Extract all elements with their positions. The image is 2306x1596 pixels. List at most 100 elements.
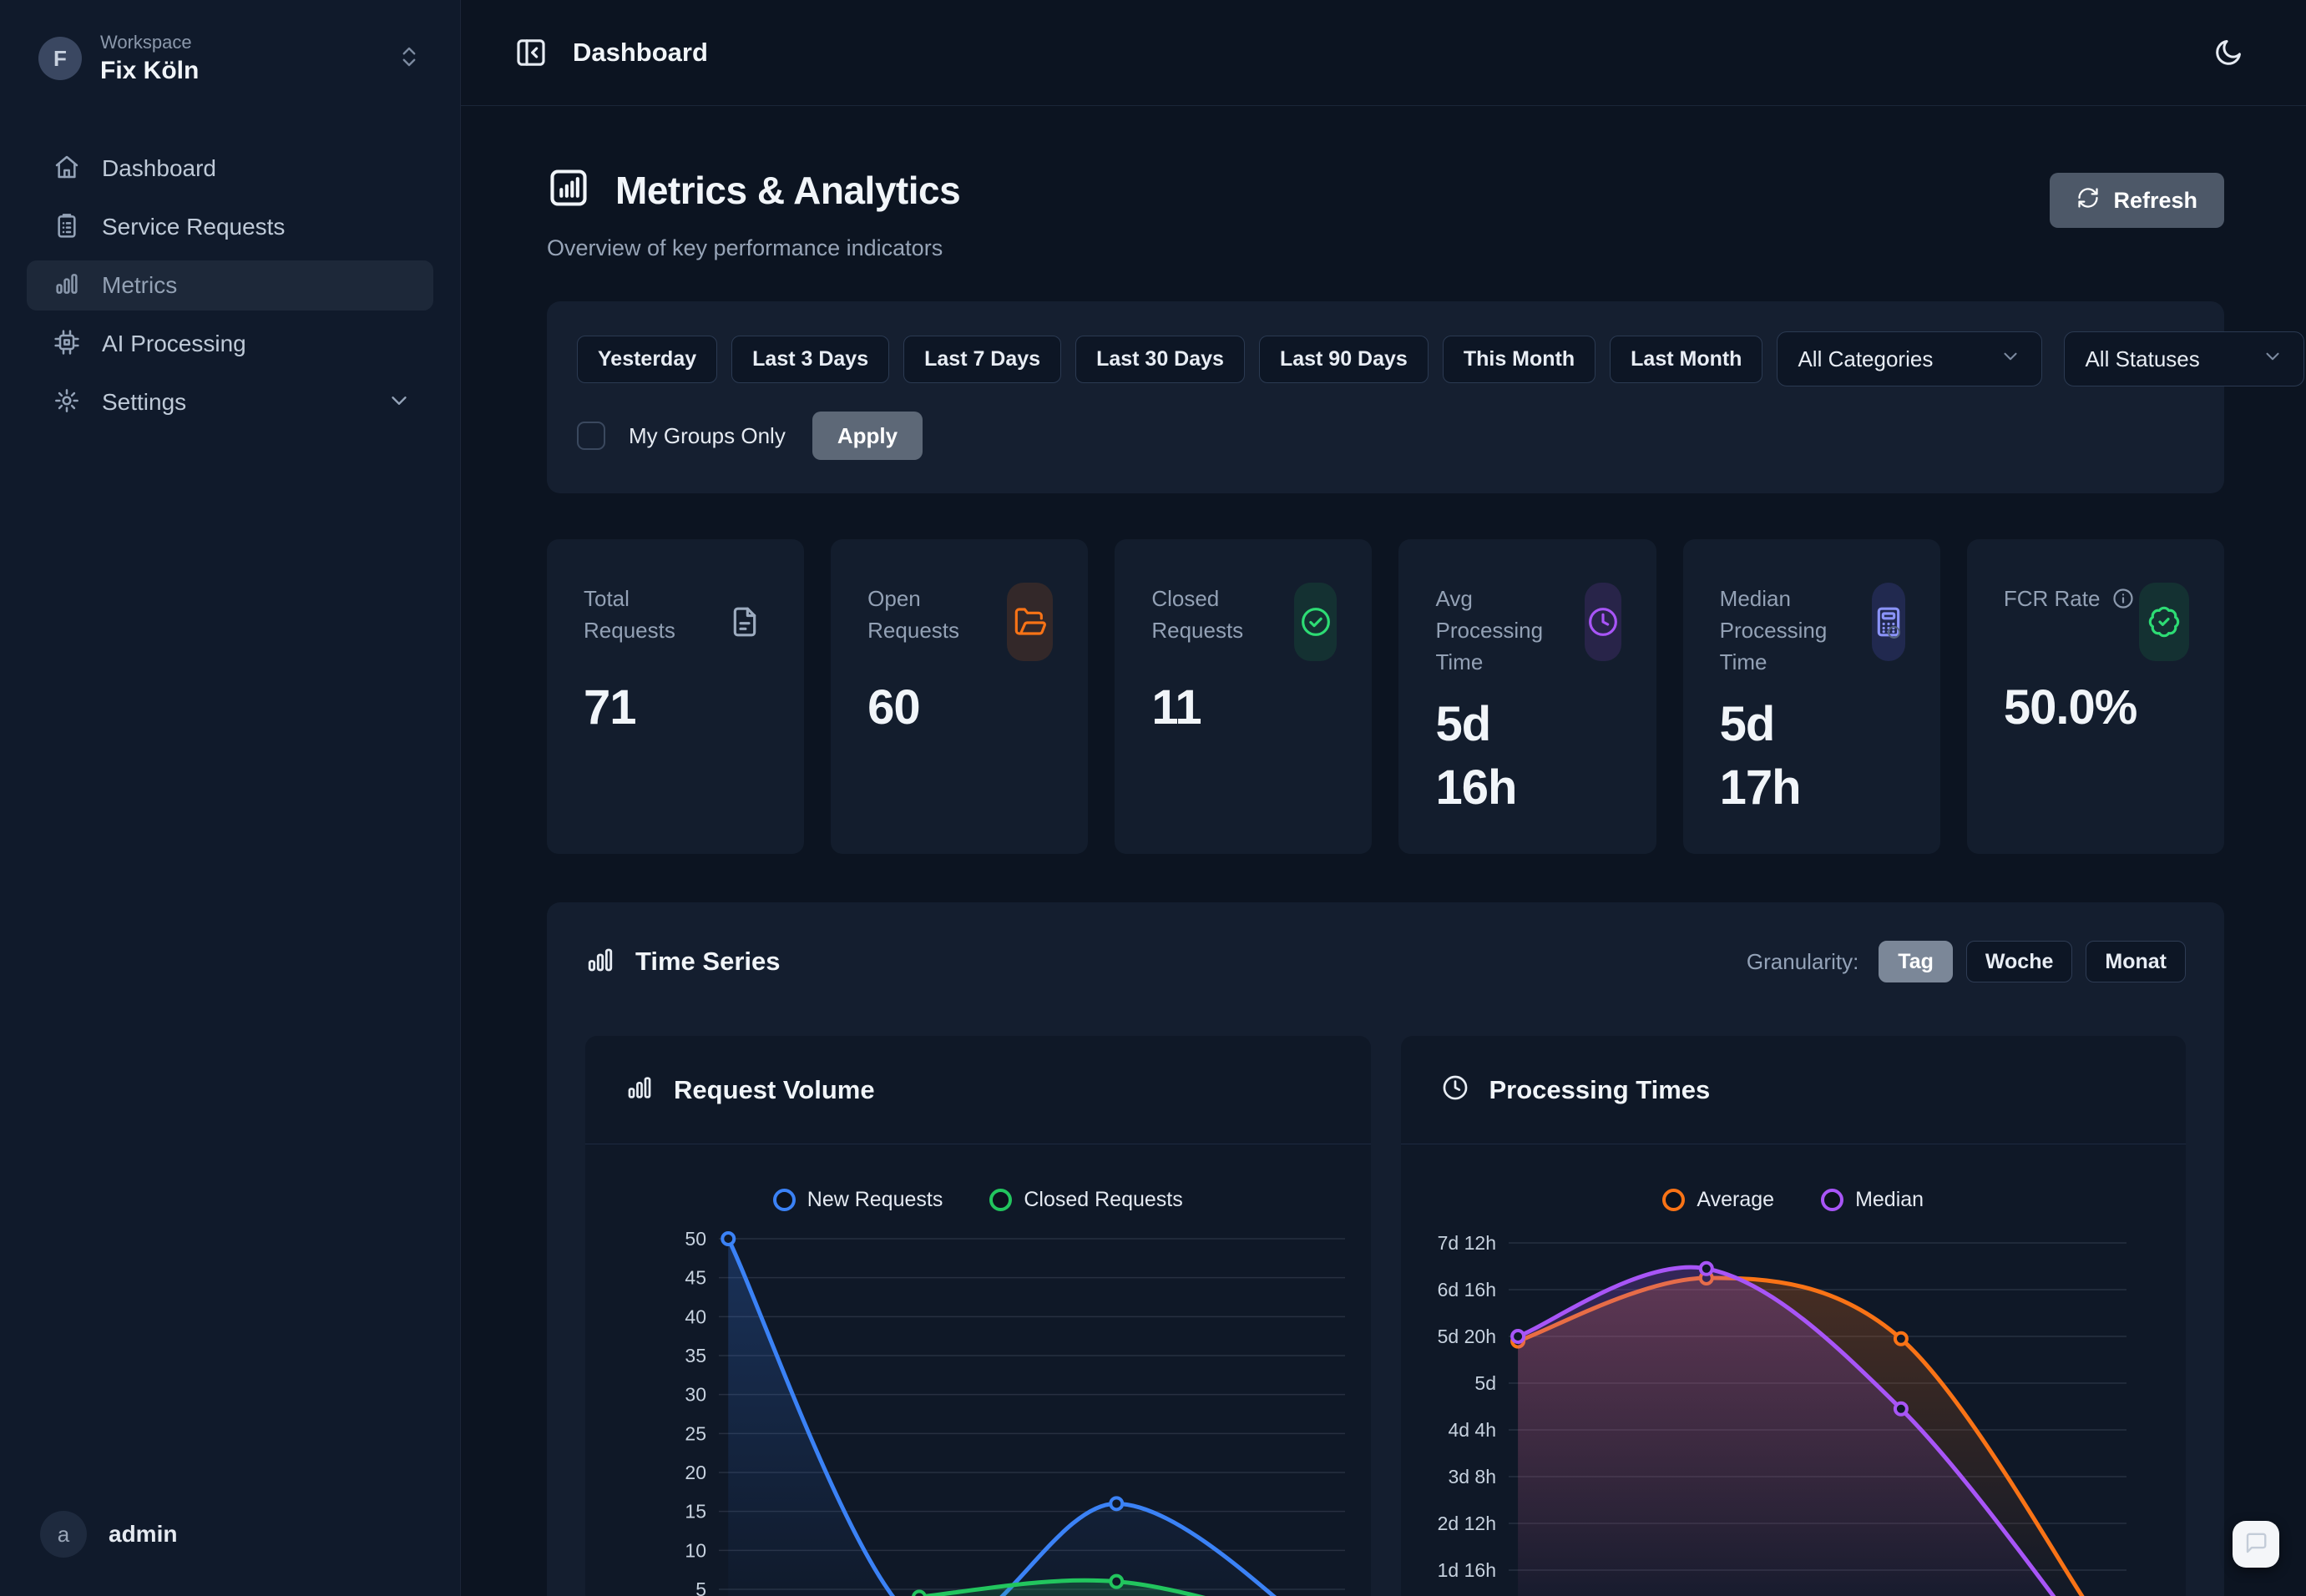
svg-text:3d 8h: 3d 8h (1448, 1466, 1496, 1487)
metric-card-top: Total Requests (584, 583, 769, 661)
svg-text:30: 30 (685, 1384, 706, 1406)
legend-label: Average (1697, 1188, 1774, 1212)
cpu-icon (53, 329, 80, 360)
range-button-last-90-days[interactable]: Last 90 Days (1259, 336, 1429, 383)
metric-value-text: 11 (1151, 680, 1201, 735)
request-volume-header: Request Volume (585, 1036, 1371, 1144)
sidebar-item-label: Service Requests (102, 214, 285, 240)
metric-card-top: Open Requests (867, 583, 1053, 661)
legend-swatch (1662, 1189, 1685, 1211)
granularity-group: Granularity: Tag Woche Monat (1747, 941, 2186, 982)
refresh-label: Refresh (2113, 188, 2197, 214)
metric-card-avg-processing-time: Avg Processing Time 5d16h (1398, 539, 1656, 854)
granularity-button-monat[interactable]: Monat (2086, 941, 2186, 982)
range-button-this-month[interactable]: This Month (1443, 336, 1595, 383)
metric-label: Open Requests (867, 583, 1007, 646)
categories-select[interactable]: All Categories (1777, 331, 2042, 386)
range-button-last-30-days[interactable]: Last 30 Days (1075, 336, 1245, 383)
sidebar-item-service-requests[interactable]: Service Requests (27, 202, 433, 252)
processing-times-chart: 7d 12h6d 16h5d 20h5d4d 4h3d 8h2d 12h1d 1… (1401, 1144, 2187, 1596)
range-button-last-7-days[interactable]: Last 7 Days (903, 336, 1061, 383)
metric-card-total-requests: Total Requests 71 (547, 539, 804, 854)
legend-swatch (989, 1189, 1012, 1211)
badge-check-icon (2139, 583, 2189, 661)
sidebar-collapse-icon[interactable] (514, 36, 548, 69)
legend-item-new-requests[interactable]: New Requests (773, 1188, 943, 1212)
statuses-select-value: All Statuses (2085, 346, 2199, 372)
metric-label-text: Median Processing Time (1720, 586, 1828, 674)
apply-button[interactable]: Apply (812, 412, 923, 460)
filter-ranges-row: Yesterday Last 3 Days Last 7 Days Last 30 D… (577, 331, 2194, 386)
svg-text:50: 50 (685, 1228, 706, 1250)
chevron-down-icon (2000, 346, 2021, 373)
sidebar-item-label: Metrics (102, 272, 177, 299)
granularity-button-tag[interactable]: Tag (1879, 941, 1953, 982)
metric-value-text: 71 (584, 680, 636, 735)
range-button-last-month[interactable]: Last Month (1610, 336, 1762, 383)
page-subtitle: Overview of key performance indicators (547, 235, 960, 261)
time-series-panel: Time Series Granularity: TagWocheMonat R… (547, 902, 2224, 1596)
legend-item-average[interactable]: Average (1662, 1188, 1774, 1212)
svg-text:7d 12h: 7d 12h (1437, 1232, 1495, 1254)
workspace-avatar: F (38, 37, 82, 80)
calculator-icon (1872, 583, 1905, 661)
metric-value: 5d17h (1720, 693, 1905, 820)
granularity-label: Granularity: (1747, 949, 1858, 975)
metric-value-line: 17h (1720, 756, 1905, 820)
sidebar-item-dashboard[interactable]: Dashboard (27, 144, 433, 194)
request-volume-chart: 5045403530252015105 (585, 1144, 1371, 1596)
sidebar-item-ai-processing[interactable]: AI Processing (27, 319, 433, 369)
range-button-last-3-days[interactable]: Last 3 Days (731, 336, 889, 383)
metric-value-line: 16h (1435, 756, 1621, 820)
svg-text:10: 10 (685, 1539, 706, 1561)
analytics-icon (547, 166, 590, 214)
my-groups-checkbox[interactable] (577, 422, 605, 450)
refresh-button[interactable]: Refresh (2050, 173, 2224, 228)
sidebar-item-settings[interactable]: Settings (27, 377, 433, 427)
metric-card-closed-requests: Closed Requests11 (1115, 539, 1372, 854)
metric-value-line: 5d (1435, 693, 1621, 756)
header-title: Dashboard (573, 38, 708, 68)
svg-text:5d 20h: 5d 20h (1437, 1326, 1495, 1347)
metric-cards: Total Requests71Open Requests60Closed Re… (547, 539, 2224, 854)
sidebar-item-metrics[interactable]: Metrics (27, 260, 433, 311)
workspace-text: Workspace Fix Köln (100, 32, 378, 85)
svg-text:5: 5 (695, 1578, 706, 1596)
svg-text:15: 15 (685, 1501, 706, 1523)
chat-icon (2243, 1531, 2268, 1558)
request-volume-legend: New Requests Closed Requests (585, 1188, 1371, 1212)
range-button-yesterday[interactable]: Yesterday (577, 336, 717, 383)
statuses-select[interactable]: All Statuses (2064, 331, 2304, 386)
processing-times-header: Processing Times (1401, 1036, 2187, 1144)
legend-item-median[interactable]: Median (1821, 1188, 1924, 1212)
refresh-icon (2076, 186, 2100, 215)
svg-text:45: 45 (685, 1267, 706, 1289)
bar-chart-icon (585, 945, 615, 979)
my-groups-label: My Groups Only (629, 423, 786, 449)
workspace-label: Workspace (100, 32, 378, 53)
request-volume-title: Request Volume (674, 1075, 875, 1105)
sidebar-item-label: AI Processing (102, 331, 246, 357)
filter-apply-row: My Groups Only Apply (577, 412, 2194, 460)
metric-value: 71 (584, 676, 769, 740)
page-content: Metrics & Analytics Overview of key perf… (461, 106, 2306, 1596)
home-icon (53, 154, 80, 184)
granularity-button-woche[interactable]: Woche (1966, 941, 2073, 982)
svg-text:25: 25 (685, 1422, 706, 1444)
bar-chart-icon (625, 1073, 654, 1106)
metric-label-text: Avg Processing Time (1435, 586, 1543, 674)
page-head: Metrics & Analytics Overview of key perf… (547, 166, 2224, 261)
metric-card-top: Avg Processing Time (1435, 583, 1621, 678)
clock-icon (1441, 1073, 1469, 1106)
workspace-switcher[interactable]: F Workspace Fix Köln (27, 23, 433, 93)
metric-card-top: FCR Rate (2004, 583, 2189, 661)
chat-fab-button[interactable] (2233, 1521, 2279, 1568)
legend-item-closed-requests[interactable]: Closed Requests (989, 1188, 1182, 1212)
legend-label: Median (1855, 1188, 1924, 1212)
workspace-name: Fix Köln (100, 57, 378, 85)
svg-text:40: 40 (685, 1306, 706, 1327)
user-menu[interactable]: a admin (27, 1503, 433, 1566)
svg-text:35: 35 (685, 1345, 706, 1366)
moon-icon[interactable] (2204, 28, 2253, 77)
metric-label: Median Processing Time (1720, 583, 1872, 678)
